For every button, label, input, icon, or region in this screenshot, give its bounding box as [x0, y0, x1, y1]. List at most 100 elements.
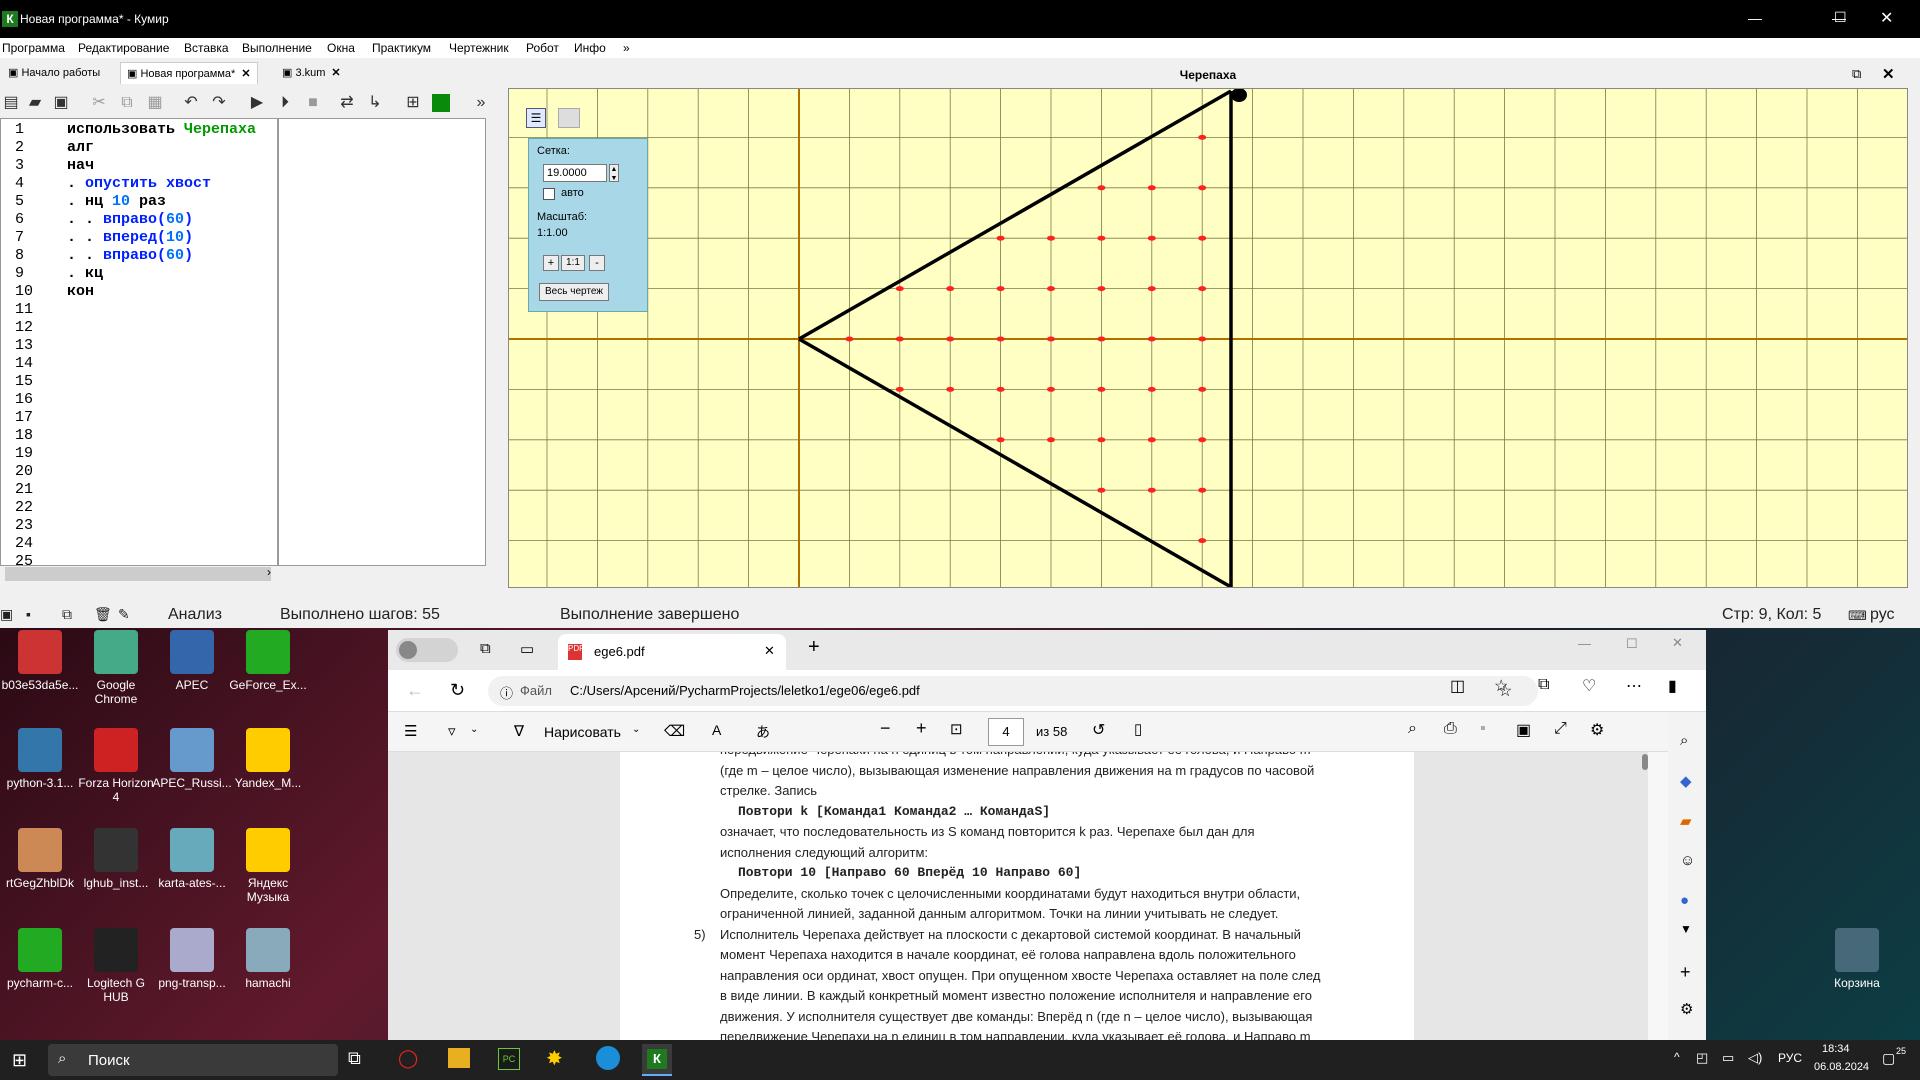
desktop-icon[interactable]: GeForce_Ex... — [227, 630, 309, 692]
split-screen-icon[interactable]: ◫ — [1450, 676, 1465, 696]
tray-device-icon[interactable]: ◰ — [1696, 1050, 1708, 1066]
new-file-icon[interactable]: ▤ — [0, 92, 22, 114]
save-pdf-icon[interactable]: ▪ — [1480, 720, 1486, 738]
redo-icon[interactable]: ↷ — [208, 92, 230, 114]
tab-3kum[interactable]: ▣ 3.kum ✕ — [276, 62, 347, 84]
console-icon[interactable]: ▣ — [0, 606, 13, 623]
draw-label[interactable]: Нарисовать — [544, 724, 621, 740]
pdf-settings-icon[interactable]: ⚙ — [1590, 720, 1604, 740]
desktop-icon[interactable]: hamachi — [227, 928, 309, 990]
back-icon[interactable]: ← — [406, 680, 424, 701]
run-step-icon[interactable]: ⏵ — [274, 92, 296, 114]
code-line[interactable]: . . вправо(60) — [63, 211, 277, 229]
new-tab-icon[interactable]: + — [808, 636, 820, 659]
undock-icon[interactable]: ⧉ — [1852, 66, 1861, 82]
browser-tab-ege6[interactable]: PDF ege6.pdf ✕ — [558, 634, 786, 670]
translate-icon[interactable]: あ — [756, 722, 770, 742]
tab-start[interactable]: ▣ Начало работы — [2, 62, 106, 84]
auto-checkbox[interactable] — [543, 188, 555, 200]
zoom-in-icon[interactable]: + — [916, 718, 927, 739]
menu-more[interactable]: » — [623, 41, 630, 55]
draw-dropdown-icon[interactable]: ⌄ — [632, 724, 640, 735]
highlight-icon[interactable]: ▿ — [448, 722, 456, 740]
desktop-icon[interactable]: rtGegZhblDk — [0, 828, 81, 890]
zoom-in-button[interactable]: + — [543, 255, 559, 271]
code-line[interactable]: . кц — [63, 265, 277, 283]
browser-minimize-icon[interactable]: — — [1578, 636, 1591, 651]
panel-blank-button[interactable] — [558, 108, 580, 128]
desktop-icon[interactable]: Forza Horizon 4 — [75, 728, 157, 804]
tab-close-icon[interactable]: ✕ — [241, 68, 250, 80]
yandex-music-icon[interactable]: ✸ — [546, 1046, 563, 1071]
stop-icon[interactable]: ■ — [302, 92, 324, 114]
code-line[interactable]: нач — [63, 157, 277, 175]
fullscreen-icon[interactable]: ⤢ — [1554, 720, 1567, 738]
zoom-reset-button[interactable]: 1:1 — [561, 255, 585, 271]
desktop-icon[interactable]: lghub_inst... — [75, 828, 157, 890]
step-over-icon[interactable]: ⇄ — [336, 92, 358, 114]
fit-all-button[interactable]: Весь чертеж — [539, 283, 609, 301]
sidebar-toggle-icon[interactable]: ▮ — [1668, 676, 1677, 696]
tray-lang[interactable]: РУС — [1778, 1051, 1802, 1065]
save-as-icon[interactable]: ▣ — [1516, 720, 1531, 740]
menu-practicum[interactable]: Практикум — [372, 41, 431, 55]
sidebar-tools-icon[interactable]: ▰ — [1680, 812, 1692, 830]
zoom-out-icon[interactable]: − — [880, 718, 891, 739]
browser-tab-close-icon[interactable]: ✕ — [764, 643, 775, 659]
code-line[interactable]: кон — [63, 283, 277, 301]
tray-chevron-icon[interactable]: ^ — [1674, 1050, 1680, 1064]
desktop-icon[interactable]: b03e53da5e... — [0, 630, 81, 692]
page-view-icon[interactable]: ▯ — [1134, 720, 1142, 738]
tray-volume-icon[interactable]: ◁) — [1748, 1050, 1762, 1066]
more-icon[interactable]: » — [470, 92, 492, 114]
grid-spinner[interactable]: ▲ ▼ — [609, 164, 619, 182]
desktop-icon[interactable]: Logitech G HUB — [75, 928, 157, 1004]
browser-maximize-icon[interactable]: ☐ — [1626, 636, 1638, 652]
desktop-icon[interactable]: Яндекс Музыка — [227, 828, 309, 904]
grid-icon[interactable] — [432, 94, 450, 112]
turtle-canvas[interactable] — [508, 88, 1908, 588]
menu-dots-icon[interactable]: ⋯ — [1626, 676, 1642, 696]
favorites-icon[interactable]: ☆ — [1494, 676, 1508, 696]
fit-page-icon[interactable]: ⊡ — [950, 720, 963, 738]
code-line[interactable]: . . вперед(10) — [63, 229, 277, 247]
tray-time[interactable]: 18:34 — [1822, 1043, 1850, 1055]
horizontal-scrollbar[interactable] — [5, 567, 271, 581]
menu-robot[interactable]: Робот — [526, 41, 559, 55]
read-aloud-icon[interactable]: A — [712, 722, 721, 738]
reload-icon[interactable]: ↻ — [450, 680, 465, 701]
address-bar[interactable]: ⓘ Файл C:/Users/Арсений/PycharmProjects/… — [488, 676, 1538, 706]
workspaces-icon[interactable]: ⧉ — [480, 640, 491, 657]
sidebar-settings-icon[interactable]: ⚙ — [1680, 1000, 1693, 1018]
pdf-viewer[interactable]: передвижение Черепахи на n единиц в том … — [388, 752, 1648, 1040]
desktop-icon[interactable]: karta-ates-... — [151, 828, 233, 890]
url-text[interactable]: C:/Users/Арсений/PycharmProjects/leletko… — [570, 683, 920, 698]
clear-icon[interactable]: 🗑 — [94, 606, 112, 623]
step-into-icon[interactable]: ↳ — [364, 92, 386, 114]
copy-icon[interactable]: ⧉ — [116, 92, 138, 114]
menu-edit[interactable]: Редактирование — [78, 41, 169, 55]
code-line[interactable]: использовать Черепаха — [63, 121, 277, 139]
tab-actions-icon[interactable]: ▭ — [520, 640, 534, 658]
menu-windows[interactable]: Окна — [327, 41, 355, 55]
highlight-dropdown-icon[interactable]: ⌄ — [470, 724, 478, 735]
page-number-input[interactable]: 4 — [988, 718, 1024, 746]
panel-close-icon[interactable]: ✕ — [1882, 65, 1895, 83]
panel-toggle-icon[interactable]: ☰ — [526, 108, 546, 128]
code-line[interactable]: . . вправо(60) — [63, 247, 277, 265]
desktop-icon[interactable]: python-3.1... — [0, 728, 81, 790]
sidebar-add-icon[interactable]: + — [1680, 962, 1691, 983]
desktop-icon[interactable]: APEC_Russi... — [151, 728, 233, 790]
browser-close-icon[interactable]: ✕ — [1672, 635, 1683, 651]
menu-insert[interactable]: Вставка — [184, 41, 229, 55]
turtle-drawing[interactable] — [509, 89, 1908, 588]
code-line[interactable]: . опустить хвост — [63, 175, 277, 193]
sidebar-people-icon[interactable]: ☺ — [1680, 852, 1695, 869]
tables-icon[interactable]: ⊞ — [402, 92, 424, 114]
pycharm-icon[interactable]: PC — [498, 1048, 520, 1070]
notifications-icon[interactable]: ▢ — [1882, 1050, 1895, 1067]
desktop-icon[interactable]: Google Chrome — [75, 630, 157, 706]
sidebar-tag-icon[interactable]: ◆ — [1680, 772, 1692, 790]
scroll-right-icon[interactable]: › — [267, 565, 271, 579]
paste-icon[interactable]: ▦ — [144, 92, 166, 114]
